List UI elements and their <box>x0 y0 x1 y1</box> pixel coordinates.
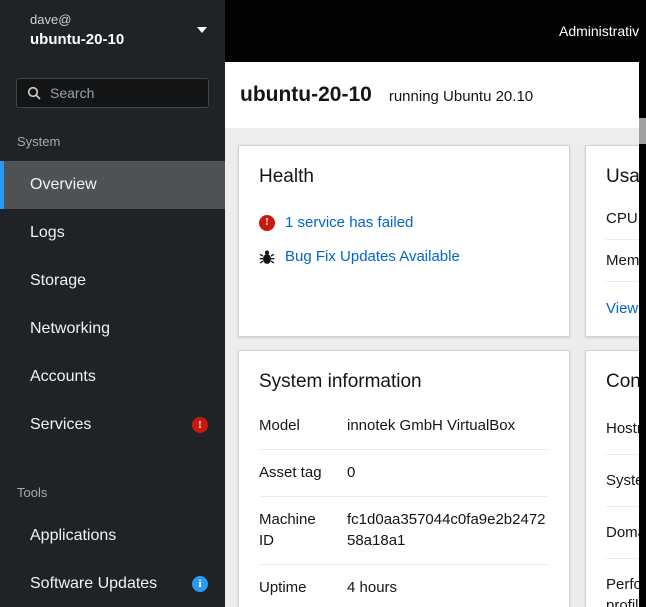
page-subtitle: running Ubuntu 20.10 <box>388 88 534 105</box>
sidebar-search <box>16 78 209 108</box>
health-item: Bug Fix Updates Available <box>259 248 549 265</box>
sidebar-item-label: Services <box>30 416 92 433</box>
health-items: ! 1 service has failed Bug Fix Updates A… <box>239 188 569 265</box>
page-header: ubuntu-20-10 running Ubuntu 20.10 <box>225 62 646 128</box>
sidebar-item-label: Storage <box>30 272 87 289</box>
page-title: ubuntu-20-10 <box>240 83 372 106</box>
sidebar-item-label: Networking <box>30 320 111 337</box>
cockpit-app: dave@ ubuntu-20-10 System Overview Logs … <box>0 0 646 607</box>
window-right-edge <box>639 0 646 607</box>
system-information-table: Model innotek GmbH VirtualBox Asset tag … <box>259 403 549 607</box>
card-title: Usage <box>606 166 646 187</box>
nav-section-tools: Tools <box>17 485 48 500</box>
sidebar-item-overview[interactable]: Overview <box>0 161 225 209</box>
sidebar-item-storage[interactable]: Storage <box>0 257 225 305</box>
session-user: dave@ <box>30 12 72 27</box>
sidebar-item-label: Applications <box>30 527 117 544</box>
main-area: ubuntu-20-10 running Ubuntu 20.10 Health… <box>225 62 646 607</box>
health-item: ! 1 service has failed <box>259 214 549 231</box>
configuration-card: Configuration Hostname System time Domai… <box>585 350 646 607</box>
sidebar-item-label: Overview <box>30 176 97 193</box>
row-label: Model <box>259 417 300 434</box>
exclamation-circle-icon: ! <box>192 417 208 433</box>
bug-icon <box>259 249 275 265</box>
sidebar-item-networking[interactable]: Networking <box>0 305 225 353</box>
row-value: fc1d0aa357044c0fa9e2b247258a18a1 <box>347 510 546 550</box>
sidebar-item-software-updates[interactable]: Software Updates i <box>0 560 225 607</box>
administrative-access-button[interactable]: Administrative access <box>559 23 646 39</box>
row-label: Asset tag <box>259 463 322 481</box>
exclamation-circle-icon: ! <box>259 214 275 231</box>
card-title: Health <box>259 166 314 187</box>
health-card: Health ! 1 service has failed Bug Fix Up… <box>238 145 570 337</box>
failed-service-link[interactable]: 1 service has failed <box>285 214 413 231</box>
bug-fix-updates-link[interactable]: Bug Fix Updates Available <box>285 248 460 265</box>
table-row: Machine ID fc1d0aa357044c0fa9e2b247258a1… <box>259 497 549 565</box>
row-label: Uptime <box>259 579 307 596</box>
sidebar-item-label: Software Updates <box>30 575 158 592</box>
masthead: Administrative access <box>225 0 646 62</box>
table-row: Model innotek GmbH VirtualBox <box>259 403 549 450</box>
nav-section-system: System <box>17 134 61 149</box>
card-title: Configuration <box>606 371 646 392</box>
session-hostname: ubuntu-20-10 <box>30 30 125 48</box>
card-title: System information <box>259 371 422 392</box>
table-row: Uptime 4 hours <box>259 565 549 607</box>
row-value: innotek GmbH VirtualBox <box>347 417 516 434</box>
sidebar-item-applications[interactable]: Applications <box>0 512 225 560</box>
usage-card: Usage CPU Memory View graphs <box>585 145 646 337</box>
row-value: 0 <box>347 463 356 481</box>
sidebar-item-services[interactable]: Services ! <box>0 401 225 449</box>
sidebar: dave@ ubuntu-20-10 System Overview Logs … <box>0 0 225 607</box>
sidebar-item-label: Accounts <box>30 368 96 385</box>
search-input[interactable] <box>16 78 209 108</box>
cards-grid: Health ! 1 service has failed Bug Fix Up… <box>225 128 646 607</box>
row-value: 4 hours <box>347 579 398 596</box>
row-label: Machine ID <box>259 510 316 549</box>
sidebar-item-label: Logs <box>30 224 65 241</box>
sidebar-item-logs[interactable]: Logs <box>0 209 225 257</box>
sidebar-item-accounts[interactable]: Accounts <box>0 353 225 401</box>
info-circle-icon: i <box>192 576 208 592</box>
session-host-menu[interactable]: dave@ ubuntu-20-10 <box>0 0 225 62</box>
scrollbar-thumb[interactable] <box>639 118 646 144</box>
table-row: Asset tag 0 <box>259 450 549 497</box>
chevron-down-icon <box>197 27 207 33</box>
system-information-card: System information Model innotek GmbH Vi… <box>238 350 570 607</box>
